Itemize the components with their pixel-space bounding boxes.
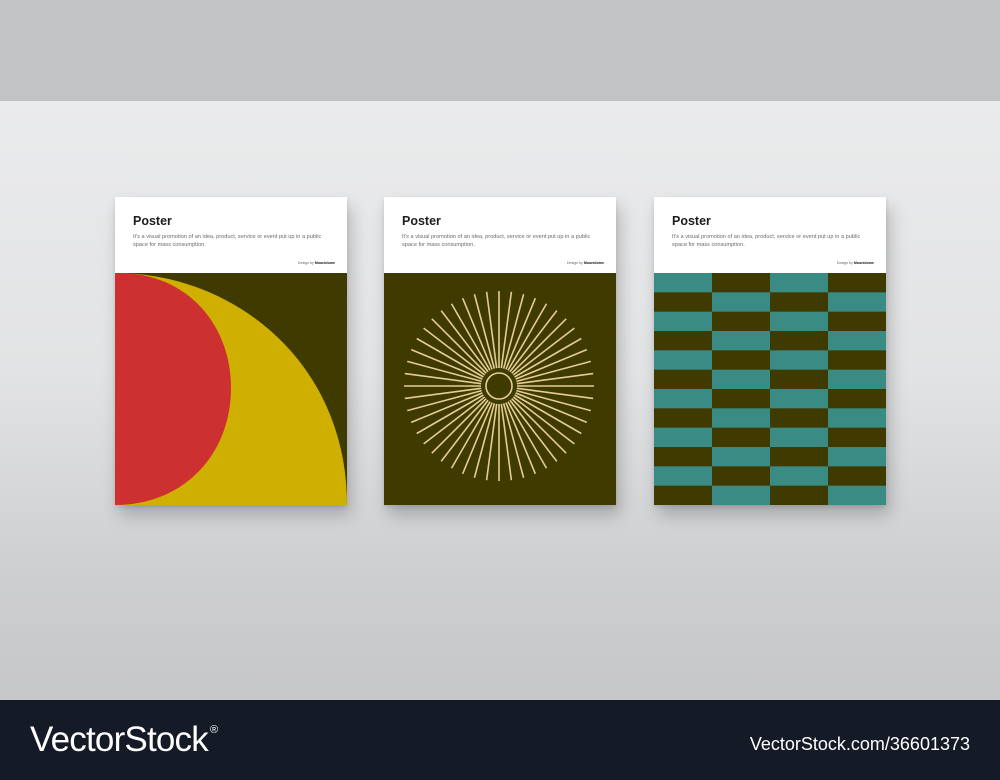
poster-credit: Design by Moonidome (298, 261, 335, 265)
poster-2: Poster It's a visual promotion of an ide… (384, 197, 616, 505)
checker-cell (770, 311, 828, 331)
checker-cell (828, 292, 886, 312)
credit-prefix: Design by (836, 261, 853, 265)
checker-cell (712, 331, 770, 351)
brand-text: VectorStock (30, 720, 209, 759)
checker-cell (770, 427, 828, 447)
checker-cell (712, 408, 770, 428)
credit-name: Moonidome (853, 261, 874, 265)
checker-cell (828, 408, 886, 428)
poster-title: Poster (133, 214, 172, 228)
poster-header: Poster It's a visual promotion of an ide… (654, 197, 886, 273)
checker-cell (654, 311, 712, 331)
checker-cell (828, 447, 886, 467)
credit-name: Moonidome (583, 261, 604, 265)
checker-cell (828, 331, 886, 351)
checker-cell (828, 485, 886, 505)
poster-title: Poster (672, 214, 711, 228)
poster-artwork-half-circles (115, 273, 347, 505)
checker-cell (770, 466, 828, 486)
vectorstock-logo: VectorStock ® (30, 720, 218, 760)
checker-cell (712, 485, 770, 505)
checker-cell (712, 292, 770, 312)
checker-cell (712, 369, 770, 389)
credit-prefix: Design by (297, 261, 314, 265)
checker-cell (654, 350, 712, 370)
poster-1: Poster It's a visual promotion of an ide… (115, 197, 347, 505)
image-id: VectorStock.com/36601373 (749, 734, 970, 754)
checker-cell (654, 273, 712, 293)
checker-cell (770, 350, 828, 370)
checker-cell (654, 466, 712, 486)
poster-title: Poster (402, 214, 441, 228)
credit-prefix: Design by (566, 261, 583, 265)
poster-description: It's a visual promotion of an idea, prod… (402, 234, 591, 248)
credit-name: Moonidome (314, 261, 335, 265)
checker-cell (654, 427, 712, 447)
checker-cell (712, 447, 770, 467)
checker-cell (828, 369, 886, 389)
artwork-background (384, 273, 616, 505)
poster-3: Poster It's a visual promotion of an ide… (654, 197, 886, 505)
poster-artwork-sunburst (384, 273, 616, 505)
checker-cell (770, 389, 828, 409)
watermark-footer: VectorStock ® VectorStock.com/36601373 (0, 700, 1000, 780)
top-band (0, 0, 1000, 101)
poster-header: Poster It's a visual promotion of an ide… (384, 197, 616, 273)
checker-cell (770, 273, 828, 293)
poster-description: It's a visual promotion of an idea, prod… (133, 234, 322, 248)
poster-artwork-checker (654, 273, 886, 505)
registered-mark: ® (209, 724, 218, 736)
checker-cell (654, 389, 712, 409)
poster-credit: Design by Moonidome (837, 261, 874, 265)
poster-credit: Design by Moonidome (567, 261, 604, 265)
poster-header: Poster It's a visual promotion of an ide… (115, 197, 347, 273)
poster-description: It's a visual promotion of an idea, prod… (672, 234, 861, 248)
